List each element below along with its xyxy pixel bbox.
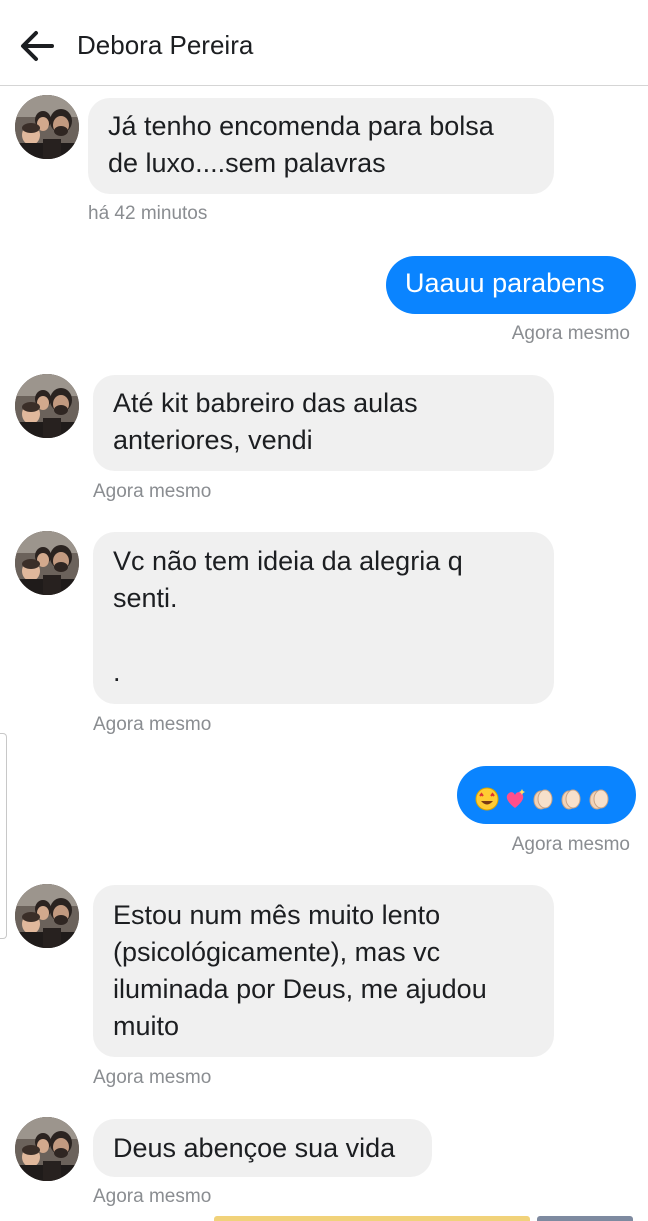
- message-timestamp: Agora mesmo: [93, 714, 212, 735]
- contact-name[interactable]: Debora Pereira: [77, 30, 253, 61]
- message-timestamp: Agora mesmo: [93, 481, 212, 502]
- contact-avatar[interactable]: [15, 884, 79, 948]
- message-text-line: Uaauu parabens: [405, 268, 605, 298]
- message-timestamp: Agora mesmo: [511, 834, 630, 855]
- clapping-hands-emoji: [533, 789, 553, 810]
- incoming-message-bubble[interactable]: Vc não tem ideia da alegria q senti. .: [93, 532, 554, 704]
- message-timestamp: Agora mesmo: [93, 1067, 212, 1088]
- message-timestamp: Agora mesmo: [93, 1186, 212, 1207]
- arrow-left-icon[interactable]: [18, 28, 56, 64]
- message-text-line: Até kit babreiro das aulas: [113, 388, 418, 418]
- sparkling-heart-emoji: [506, 788, 525, 808]
- message-text-line: [113, 617, 534, 654]
- clapping-hands-emoji: [561, 789, 581, 810]
- message-text-line: Estou num mês muito lento: [113, 900, 441, 930]
- contact-avatar[interactable]: [15, 95, 79, 159]
- incoming-message-bubble[interactable]: Até kit babreiro das aulas anteriores, v…: [93, 375, 554, 471]
- message-text-line: senti.: [113, 583, 178, 613]
- contact-avatar[interactable]: [15, 531, 79, 595]
- side-drawer-handle[interactable]: [0, 733, 7, 939]
- bottom-panel-edge: [214, 1216, 530, 1221]
- message-text-line: muito: [113, 1011, 180, 1041]
- message-text-line: .: [113, 657, 121, 687]
- message-text-line: de luxo....sem palavras: [108, 148, 386, 178]
- message-text-line: anteriores, vendi: [113, 425, 313, 455]
- contact-avatar[interactable]: [15, 1117, 79, 1181]
- contact-avatar[interactable]: [15, 374, 79, 438]
- message-text-line: (psicológicamente), mas vc: [113, 937, 441, 967]
- incoming-message-bubble[interactable]: Deus abençoe sua vida: [93, 1119, 432, 1177]
- outgoing-message-bubble[interactable]: [457, 766, 636, 824]
- incoming-message-bubble[interactable]: Já tenho encomenda para bolsa de luxo...…: [88, 98, 554, 194]
- message-text-line: Vc não tem ideia da alegria q: [113, 546, 463, 576]
- incoming-message-bubble[interactable]: Estou num mês muito lento (psicológicame…: [93, 885, 554, 1057]
- message-timestamp: há 42 minutos: [88, 203, 208, 224]
- outgoing-message-bubble[interactable]: Uaauu parabens: [386, 256, 636, 314]
- conversation-header: Debora Pereira: [0, 0, 648, 86]
- star-struck-emoji: [475, 787, 499, 811]
- bottom-button-edge[interactable]: [537, 1216, 633, 1221]
- message-text-line: Já tenho encomenda para bolsa: [108, 111, 494, 141]
- message-text-line: Deus abençoe sua vida: [113, 1133, 396, 1163]
- clapping-hands-emoji: [589, 789, 609, 810]
- message-text-line: iluminada por Deus, me ajudou: [113, 974, 487, 1004]
- message-timestamp: Agora mesmo: [511, 323, 630, 344]
